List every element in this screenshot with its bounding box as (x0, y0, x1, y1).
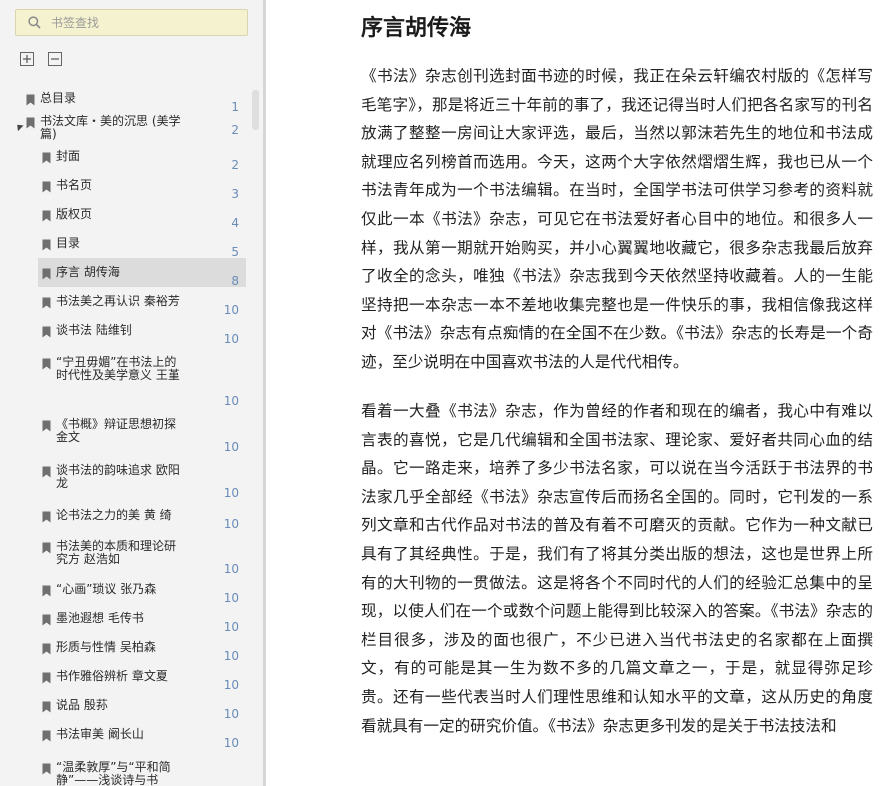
sidebar-scrollbar[interactable] (252, 90, 259, 130)
toc-item-label: “温柔敦厚”与“平和简静”——浅谈诗与书 (56, 760, 171, 786)
toc-item-label: 书法美之再认识 秦裕芳 (56, 294, 180, 308)
expand-all-icon[interactable] (20, 52, 34, 66)
toc-item-label: 墨池遐想 毛传书 (56, 611, 144, 625)
bookmark-icon (26, 94, 35, 106)
bookmark-icon (42, 239, 51, 251)
bookmark-icon (42, 511, 51, 523)
toc-item-label: 封面 (56, 149, 81, 163)
toc-item-label: 书名页 (56, 178, 93, 192)
toc-item-label: 版权页 (56, 207, 93, 221)
toc-item-label: 谈书法 陆维钊 (56, 323, 132, 337)
bookmark-icon (42, 210, 51, 222)
toc-item-page-number: 10 (223, 440, 239, 454)
toc-item-label: 书法文库・美的沉思 (美学篇) (40, 114, 181, 141)
bookmark-icon (42, 585, 51, 597)
toc-item-label: “心画”琐议 张乃森 (56, 582, 157, 596)
toc-item-page-number: 10 (223, 517, 239, 531)
bookmark-icon (42, 181, 51, 193)
bookmark-icon (42, 643, 51, 655)
bookmark-icon (42, 152, 51, 164)
bookmark-icon (42, 701, 51, 713)
toc-item-page-number: 10 (223, 649, 239, 663)
toc-item-page-number: 10 (223, 736, 239, 750)
search-icon (28, 16, 41, 29)
collapse-all-icon[interactable] (48, 52, 62, 66)
toc-item-label: 论书法之力的美 黄 绮 (56, 508, 172, 522)
bookmark-icon (26, 117, 35, 129)
toc-item-page-number: 10 (223, 620, 239, 634)
bookmark-icon (42, 268, 51, 280)
bookmark-icon (42, 420, 51, 432)
toc-item-label: “宁丑毋媚”在书法上的时代性及美学意义 王堇 (56, 355, 180, 382)
toc-item-label: 《书概》辩证思想初探 金文 (56, 417, 177, 444)
bookmark-icon (42, 326, 51, 338)
toc-item-label: 书法美的本质和理论研究方 赵浩如 (56, 539, 177, 566)
toc-item-label: 序言 胡传海 (56, 265, 120, 279)
bookmark-search-field[interactable]: 书签查找 (15, 9, 248, 36)
toc-item-page-number: 10 (223, 394, 239, 408)
toc-item-page-number: 10 (223, 707, 239, 721)
toc-item-page-number: 2 (231, 123, 239, 137)
bookmark-icon (42, 672, 51, 684)
paragraph-2: 看着一大叠《书法》杂志，作为曾经的作者和现在的编者，我心中有难以言表的喜悦，它是… (361, 402, 873, 735)
toc-item-page-number: 10 (223, 591, 239, 605)
search-placeholder: 书签查找 (51, 16, 100, 30)
toc-item-label: 总目录 (40, 91, 77, 105)
toc-item-page-number: 10 (223, 486, 239, 500)
paragraph-1: 《书法》杂志创刊选封面书迹的时候，我正在朵云轩编农村版的《怎样写毛笔字》，那是将… (361, 67, 873, 371)
bookmark-icon (42, 358, 51, 370)
bookmark-icon (42, 763, 51, 775)
toc-item-label: 说品 殷荪 (56, 698, 108, 712)
bookmark-icon (42, 466, 51, 478)
bookmark-icon (42, 297, 51, 309)
collapse-arrow-icon[interactable] (14, 121, 24, 132)
toc-item-page-number: 10 (223, 303, 239, 317)
chapter-title: 序言胡传海 (361, 15, 472, 41)
toc-item-label: 书法审美 阚长山 (56, 727, 144, 741)
toc-item-label: 形质与性情 吴柏森 (56, 640, 156, 654)
bookmark-icon (42, 614, 51, 626)
toc-item-page-number: 2 (231, 158, 239, 172)
document-view: 序言胡传海 《书法》杂志创刊选封面书迹的时候，我正在朵云轩编农村版的《怎样写毛笔… (266, 0, 889, 786)
toc-item-label: 书作雅俗辨析 章文夏 (56, 669, 168, 683)
toc-item-page-number: 1 (231, 100, 239, 114)
bookmark-icon (42, 542, 51, 554)
bookmark-sidebar: 书签查找 总目录 1 书法文库・美的沉思 (美学篇) 2 封面 2 书名页 3 版权页 4 目录 5 序… (0, 0, 263, 786)
toc-item-page-number: 10 (223, 332, 239, 346)
toc-item-page-number: 5 (231, 245, 239, 259)
toc-item-label: 目录 (56, 236, 81, 250)
toc-item-label: 谈书法的韵味追求 欧阳龙 (56, 463, 180, 490)
toc-item-page-number: 8 (231, 274, 239, 288)
toc-item-page-number: 3 (231, 187, 239, 201)
toc-item-page-number: 10 (223, 678, 239, 692)
toc-item-page-number: 4 (231, 216, 239, 230)
toc-item-page-number: 10 (223, 562, 239, 576)
bookmark-icon (42, 730, 51, 742)
